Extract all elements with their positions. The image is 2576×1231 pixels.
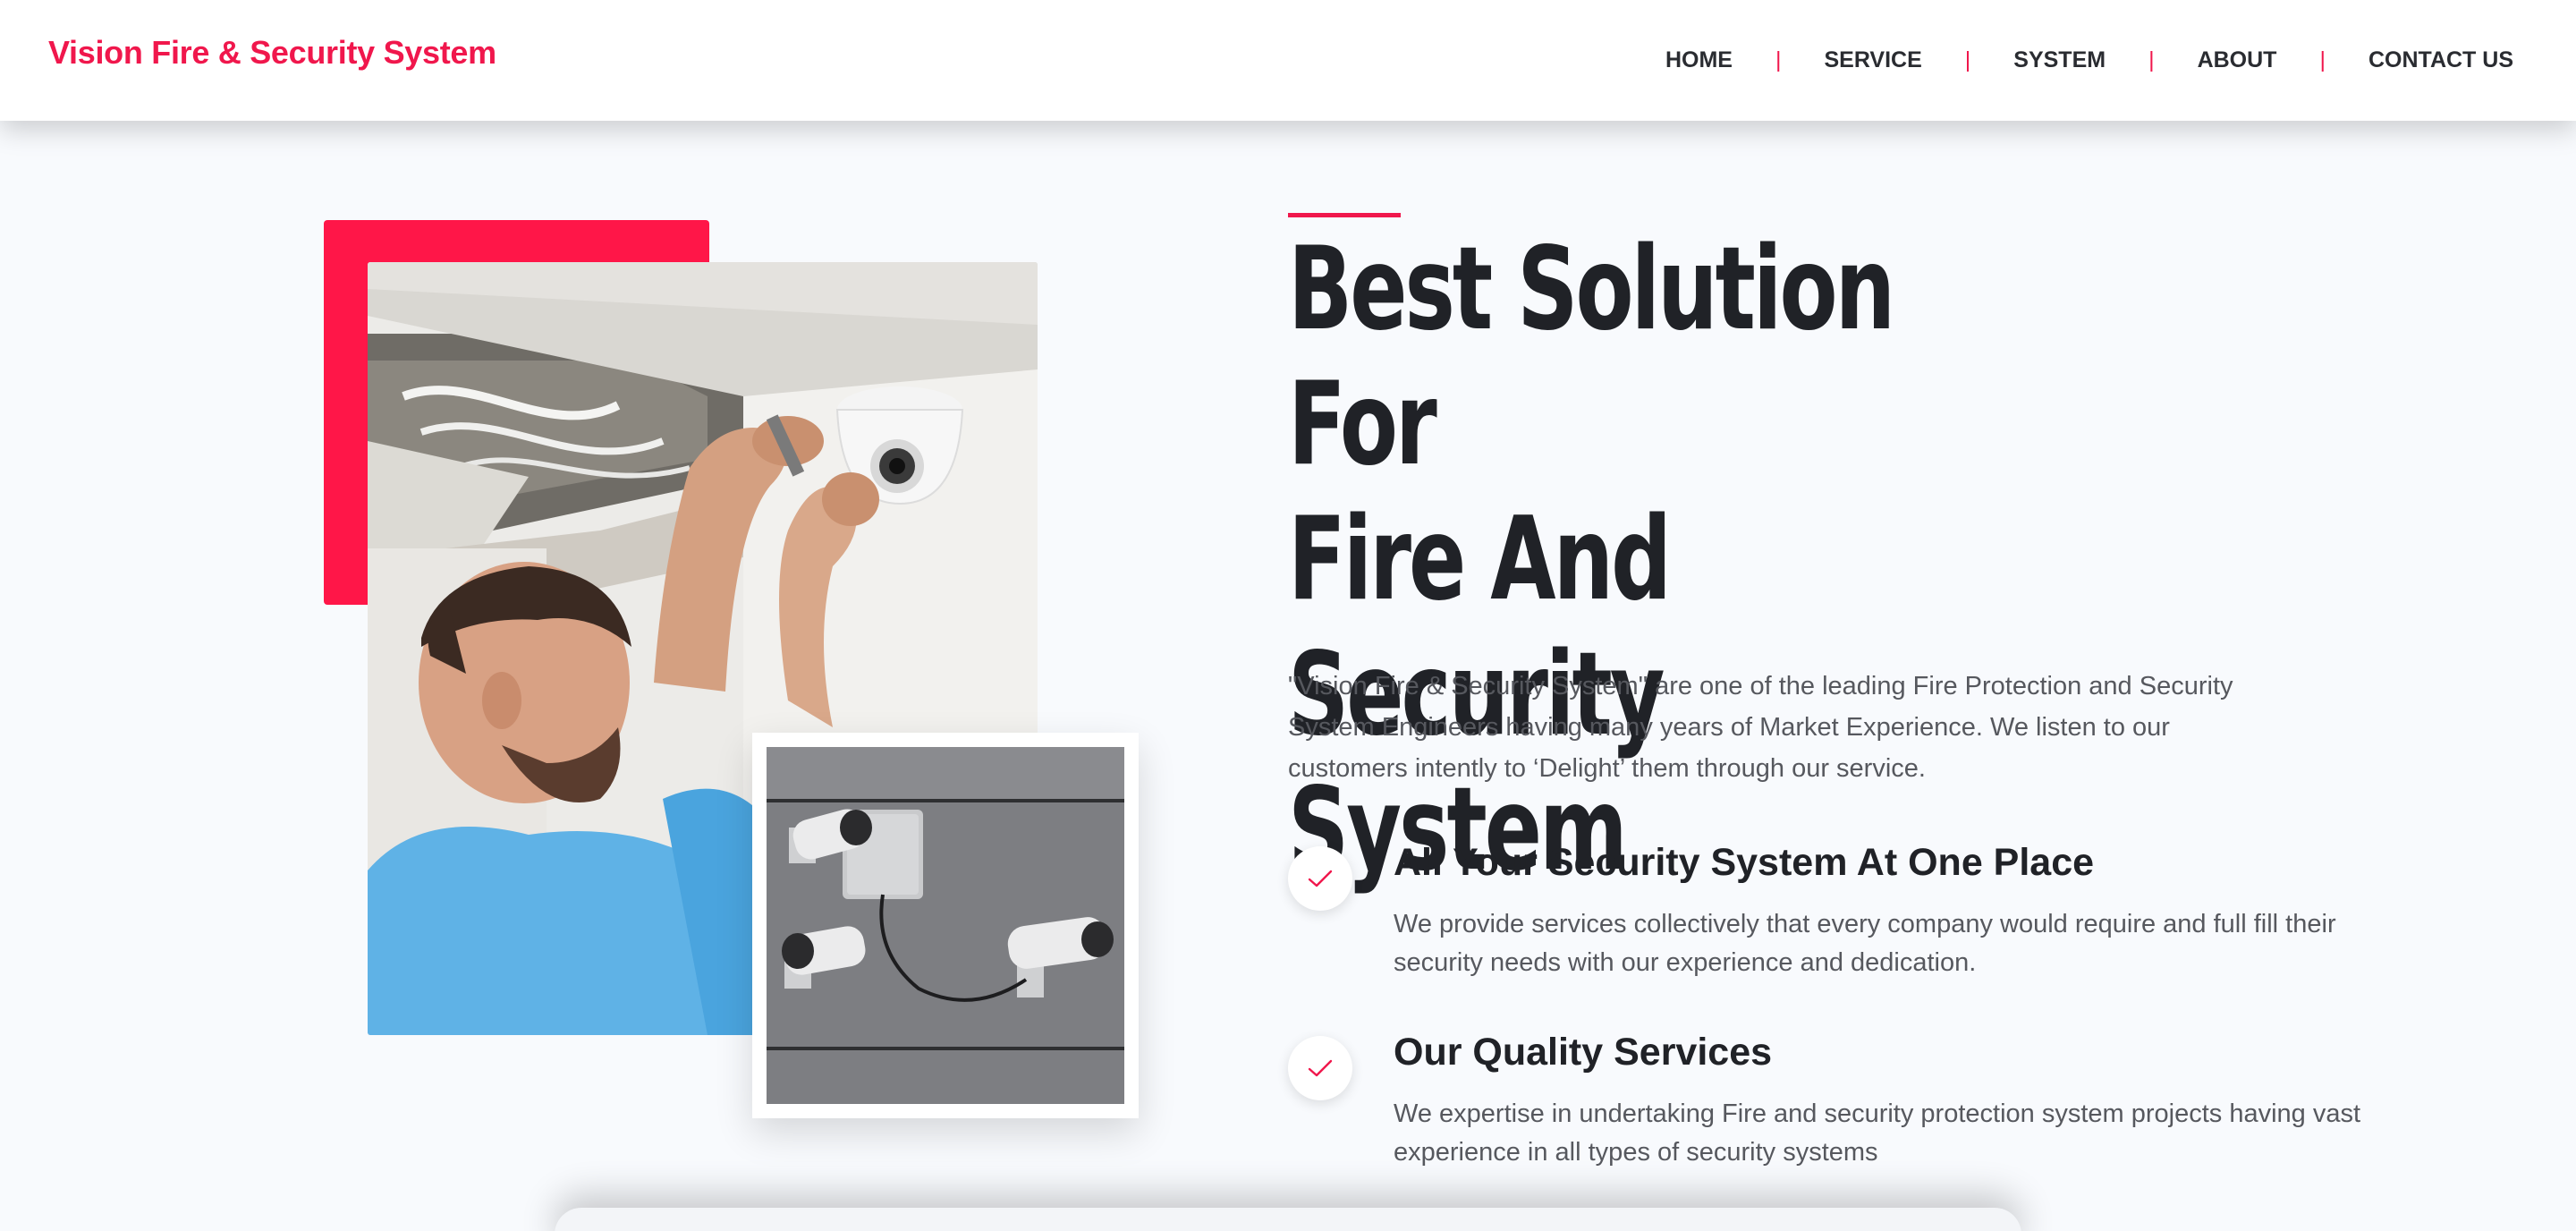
feature-title: Our Quality Services [1394,1031,1773,1074]
nav-item-service[interactable]: SERVICE [1824,47,1921,73]
hero-title: Best Solution For Fire And Security Syst… [1288,222,2016,897]
cctv-cameras-image-card [752,733,1139,1118]
feature-title: All Your Security System At One Place [1394,841,2095,884]
cctv-cameras-image [767,747,1124,1104]
brand-logo-text[interactable]: Vision Fire & Security System [48,34,496,72]
nav-separator: | [1964,47,1971,72]
hero-title-line: Best Solution For [1288,223,1895,491]
main-nav: HOME | SERVICE | SYSTEM | ABOUT | CONTAC… [1665,0,2513,121]
nav-item-contact-us[interactable]: CONTACT US [2368,47,2513,73]
nav-separator: | [1775,47,1782,72]
check-icon [1288,846,1352,911]
nav-item-home[interactable]: HOME [1665,47,1733,73]
nav-separator: | [2148,47,2155,72]
hero-description: "Vision Fire & Security System" are one … [1288,672,2233,783]
feature-text: We expertise in undertaking Fire and sec… [1394,1099,2361,1167]
nav-item-about[interactable]: ABOUT [2198,47,2277,73]
navbar: Vision Fire & Security System HOME | SER… [0,0,2576,121]
nav-separator: | [2319,47,2326,72]
next-section-card-edge [555,1208,2021,1231]
title-accent-bar [1288,213,1401,217]
feature-text: We provide services collectively that ev… [1394,910,2336,977]
check-icon [1288,1036,1352,1100]
nav-item-system[interactable]: SYSTEM [2013,47,2106,73]
